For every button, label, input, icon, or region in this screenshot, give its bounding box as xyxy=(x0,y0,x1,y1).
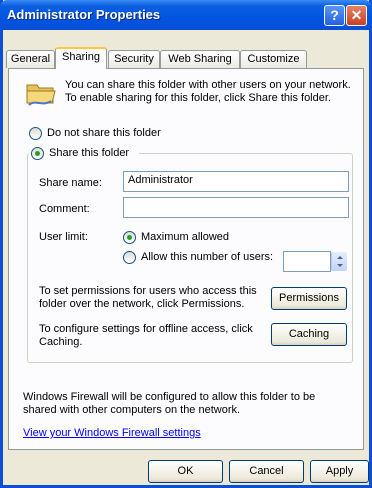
help-button[interactable]: ? xyxy=(324,5,345,26)
share-this-folder-label: Share this folder xyxy=(49,147,130,159)
cancel-button[interactable]: Cancel xyxy=(229,460,304,483)
share-this-folder-radio[interactable] xyxy=(31,147,44,160)
permissions-text: To set permissions for users who access … xyxy=(39,285,257,310)
allow-number-label: Allow this number of users: xyxy=(141,251,274,263)
allow-number-radio[interactable] xyxy=(123,251,136,264)
firewall-settings-link[interactable]: View your Windows Firewall settings xyxy=(23,427,201,439)
share-name-input[interactable]: Administrator xyxy=(123,171,349,192)
caching-text: To configure settings for offline access… xyxy=(39,323,253,348)
firewall-text: Windows Firewall will be configured to a… xyxy=(23,391,316,416)
caching-button[interactable]: Caching xyxy=(271,323,347,346)
shared-folder-icon xyxy=(26,84,56,106)
max-allowed-label: Maximum allowed xyxy=(141,231,230,243)
do-not-share-radio[interactable] xyxy=(29,127,42,140)
comment-label: Comment: xyxy=(39,203,90,215)
spinner-arrows-icon xyxy=(337,256,343,267)
tab-security[interactable]: Security xyxy=(108,50,160,68)
permissions-button[interactable]: Permissions xyxy=(271,287,347,310)
apply-button[interactable]: Apply xyxy=(310,460,369,483)
properties-dialog: Administrator Properties ? ✕ General Sha… xyxy=(0,0,372,488)
tab-sharing[interactable]: Sharing xyxy=(55,47,107,69)
user-count-spinner[interactable] xyxy=(331,252,347,271)
user-limit-label: User limit: xyxy=(39,231,88,243)
max-allowed-radio[interactable] xyxy=(123,231,136,244)
tab-customize[interactable]: Customize xyxy=(240,50,307,68)
sharing-panel: You can share this folder with other use… xyxy=(8,68,364,450)
user-count-input[interactable] xyxy=(283,251,331,272)
ok-button[interactable]: OK xyxy=(148,460,223,483)
do-not-share-label: Do not share this folder xyxy=(47,127,161,139)
window-title: Administrator Properties xyxy=(7,7,161,22)
share-name-label: Share name: xyxy=(39,177,102,189)
title-bar[interactable]: Administrator Properties ? ✕ xyxy=(0,0,372,30)
close-button[interactable]: ✕ xyxy=(346,5,367,26)
comment-input[interactable] xyxy=(123,197,349,218)
tab-general[interactable]: General xyxy=(6,50,55,68)
intro-text: You can share this folder with other use… xyxy=(65,79,351,104)
tab-web-sharing[interactable]: Web Sharing xyxy=(160,50,240,68)
